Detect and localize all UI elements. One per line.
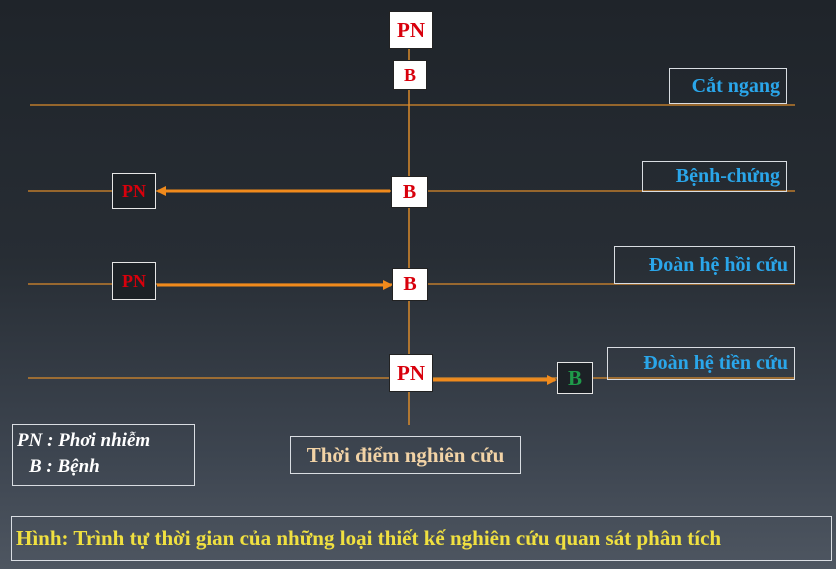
retrospective-disease-box: B [392,268,428,301]
study-time-label: Thời điểm nghiên cứu [290,436,521,474]
prospective-exposure-box: PN [389,354,433,392]
label-prospective-cohort: Đoàn hệ tiền cứu [607,347,795,380]
legend-disease: B : Bệnh [29,456,100,477]
study-design-diagram: PN B Cắt ngang Bệnh-chứng Đoàn hệ hồi cứ… [0,0,836,569]
label-case-control: Bệnh-chứng [642,161,787,192]
figure-caption: Hình: Trình tự thời gian của những loại … [11,516,832,561]
case-control-exposure-box: PN [112,173,156,209]
legend-exposure: PN : Phơi nhiễm [17,430,151,451]
top-exposure-box: PN [389,11,433,49]
top-disease-box: B [393,60,427,90]
legend-box: PN : Phơi nhiễm B : Bệnh [12,424,195,486]
retrospective-exposure-box: PN [112,262,156,300]
label-retrospective-cohort: Đoàn hệ hồi cứu [614,246,795,284]
label-cross-sectional: Cắt ngang [669,68,787,104]
prospective-disease-box: B [557,362,593,394]
case-control-disease-box: B [391,176,428,208]
